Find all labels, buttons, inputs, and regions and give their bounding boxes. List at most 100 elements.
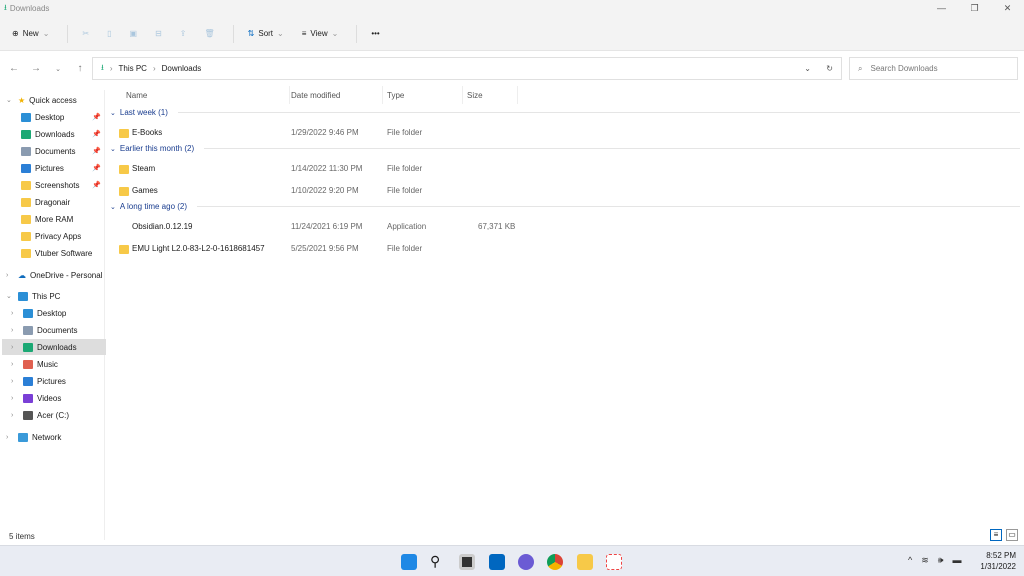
minimize-button[interactable]: — <box>925 0 958 17</box>
sidebar-pc-item[interactable]: › Documents <box>2 322 106 338</box>
sidebar-quick-access[interactable]: ⌄ ★ Quick access <box>6 92 110 108</box>
file-row[interactable]: Steam 1/14/2022 11:30 PM File folder <box>106 160 1024 178</box>
file-date: 1/29/2022 9:46 PM <box>291 128 359 137</box>
taskbar: ⚲ ^ ≋ 🕪 ▬ 8:52 PM 1/31/2022 <box>0 545 1024 576</box>
wifi-icon[interactable]: ≋ <box>921 555 929 566</box>
forward-button[interactable]: → <box>28 63 44 74</box>
battery-icon[interactable]: ▬ <box>952 555 961 566</box>
sidebar-quick-item[interactable]: Downloads 📌 <box>21 126 105 142</box>
breadcrumb-this-pc[interactable]: This PC <box>118 64 146 73</box>
group-header[interactable]: ⌄ A long time ago (2) <box>110 202 1020 211</box>
column-type[interactable]: Type <box>383 86 463 104</box>
label: Acer (C:) <box>37 410 69 420</box>
breadcrumb-downloads[interactable]: Downloads <box>162 64 202 73</box>
share-icon: ⇪ <box>179 29 187 38</box>
search-icon[interactable]: ⚲ <box>430 554 446 570</box>
widgets-icon[interactable] <box>489 554 505 570</box>
label: Downloads <box>35 129 75 139</box>
file-name: Games <box>132 186 158 195</box>
share-button[interactable]: ⇪ <box>180 29 187 38</box>
chevron-right-icon: › <box>109 64 113 73</box>
divider <box>356 24 358 43</box>
sidebar-this-pc[interactable]: ⌄ This PC <box>6 288 110 304</box>
sidebar-pc-item[interactable]: › Desktop <box>2 305 106 321</box>
column-date[interactable]: Date modified <box>287 86 383 104</box>
drive-icon <box>23 308 33 318</box>
sidebar-quick-item[interactable]: Vtuber Software <box>21 245 105 261</box>
pin-icon: 📌 <box>92 148 101 155</box>
group-header[interactable]: ⌄ Earlier this month (2) <box>110 144 1020 153</box>
search-input[interactable]: ⌕ Search Downloads <box>849 57 1018 80</box>
sidebar-quick-item[interactable]: Documents 📌 <box>21 143 105 159</box>
address-bar[interactable]: ⭳ › This PC › Downloads ⌄ ↻ <box>92 57 842 80</box>
file-name: Obsidian.0.12.19 <box>132 222 193 231</box>
sidebar-quick-item[interactable]: Dragonair <box>21 194 105 210</box>
back-button[interactable]: ← <box>6 63 22 74</box>
folder-icon <box>119 129 129 138</box>
column-name[interactable]: Name <box>122 86 290 104</box>
close-button[interactable]: ✕ <box>991 0 1024 17</box>
sidebar-pc-item[interactable]: › Music <box>2 356 106 372</box>
more-icon: ••• <box>371 29 380 38</box>
up-button[interactable]: ↑ <box>72 63 88 74</box>
label: Pictures <box>35 163 64 173</box>
file-row[interactable]: E-Books 1/29/2022 9:46 PM File folder <box>106 124 1024 142</box>
group-header[interactable]: ⌄ Last week (1) <box>110 108 1020 117</box>
file-explorer-icon[interactable] <box>577 554 593 570</box>
start-icon[interactable] <box>401 554 417 570</box>
sidebar-quick-item[interactable]: More RAM <box>21 211 105 227</box>
sidebar-onedrive[interactable]: › ☁ OneDrive - Personal <box>6 267 110 283</box>
sidebar-pc-item[interactable]: › Videos <box>2 390 106 406</box>
file-row[interactable]: Obsidian.0.12.19 11/24/2021 6:19 PM Applic… <box>106 218 1024 236</box>
chat-icon[interactable] <box>518 554 534 570</box>
sidebar-quick-item[interactable]: Pictures 📌 <box>21 160 105 176</box>
sidebar-network[interactable]: › Network <box>6 429 110 445</box>
file-row[interactable]: EMU Light L2.0-83-L2-0-1618681457 5/25/20… <box>106 240 1024 258</box>
address-dropdown[interactable]: ⌄ <box>804 64 811 73</box>
column-size[interactable]: Size <box>463 86 518 104</box>
clock[interactable]: 8:52 PM 1/31/2022 <box>980 550 1016 572</box>
tiles-view-button[interactable]: ▭ <box>1006 529 1018 541</box>
restore-button[interactable]: ❐ <box>958 0 991 17</box>
paste-button[interactable]: ▣ <box>130 29 138 38</box>
label: Screenshots <box>35 180 80 190</box>
cut-button[interactable]: ✂ <box>82 29 89 38</box>
new-button[interactable]: ⊕ New ⌄ <box>12 29 49 38</box>
details-view-button[interactable]: ≡ <box>990 529 1002 541</box>
view-button[interactable]: ≡ View ⌄ <box>302 29 339 38</box>
drive-icon <box>23 410 33 420</box>
label: This PC <box>32 291 61 301</box>
file-row[interactable]: Games 1/10/2022 9:20 PM File folder <box>106 182 1024 200</box>
recent-dropdown[interactable]: ⌄ <box>50 65 66 73</box>
copy-button[interactable]: ▯ <box>107 29 111 38</box>
download-icon: ⭳ <box>101 62 104 72</box>
drive-icon <box>23 359 33 369</box>
task-view-icon[interactable] <box>459 554 475 570</box>
label: OneDrive - Personal <box>30 270 103 280</box>
sort-button[interactable]: ⇅ Sort ⌄ <box>248 29 284 38</box>
file-type: File folder <box>387 128 423 137</box>
cloud-icon: ☁ <box>18 270 26 280</box>
volume-icon[interactable]: 🕪 <box>938 555 944 566</box>
navigation-pane: ⌄ ★ Quick access Desktop 📌 Downloads 📌 Documen… <box>0 90 106 540</box>
more-button[interactable]: ••• <box>371 29 379 38</box>
label: Documents <box>37 325 78 335</box>
command-bar: ⊕ New ⌄ ✂ ▯ ▣ ⊟ ⇪ 🗑 ⇅ Sort ⌄ ≡ View ⌄ ••• <box>0 17 1024 51</box>
sidebar-pc-item[interactable]: › Pictures <box>2 373 106 389</box>
title-bar: ⭳ Downloads — ❐ ✕ <box>0 0 1024 17</box>
label: Desktop <box>37 308 67 318</box>
label: Downloads <box>37 342 77 352</box>
refresh-button[interactable]: ↻ <box>826 64 833 73</box>
rename-button[interactable]: ⊟ <box>155 29 162 38</box>
snipping-tool-icon[interactable] <box>606 554 622 570</box>
divider <box>67 24 69 43</box>
sidebar-quick-item[interactable]: Screenshots 📌 <box>21 177 105 193</box>
sidebar-quick-item[interactable]: Privacy Apps <box>21 228 105 244</box>
sidebar-quick-item[interactable]: Desktop 📌 <box>21 109 105 125</box>
file-date: 11/24/2021 6:19 PM <box>291 222 363 231</box>
chrome-icon[interactable] <box>547 554 563 570</box>
chevron-up-icon[interactable]: ^ <box>908 555 912 566</box>
delete-button[interactable]: 🗑 <box>205 29 215 38</box>
sidebar-pc-item[interactable]: › Acer (C:) <box>2 407 106 423</box>
sidebar-pc-item[interactable]: › Downloads <box>2 339 106 355</box>
